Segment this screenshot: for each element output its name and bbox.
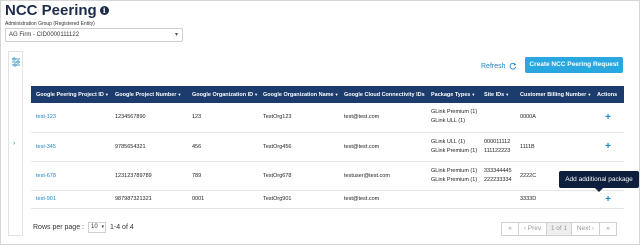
first-page-button[interactable]: « [501,222,519,236]
org-name-cell: TestOrg678 [258,161,339,191]
row-range: 1-4 of 4 [109,224,134,231]
filter-sliders-icon[interactable] [11,57,21,67]
column-header-site-ids[interactable]: Site IDs▼ [479,86,515,103]
package-types-cell: GLink Premium (1) GLink Premium (1) [426,161,479,191]
column-header-org-id[interactable]: Google Organization ID▼ [187,86,258,103]
table-header-row: Google Peering Project ID▼ Google Projec… [31,86,624,103]
org-name-cell: TestOrg456 [258,132,339,162]
billing-cell: 0000A [515,103,592,133]
table-row: test-901 987987321321 0001 TestOrg901 te… [31,190,624,209]
add-package-tooltip: Add additional package [559,171,639,192]
project-number-cell: 1234567890 [110,103,187,133]
rows-per-page-select[interactable]: 10 ▾ [87,222,106,233]
peering-table: Google Peering Project ID▼ Google Projec… [31,86,624,209]
expand-sidebar-chevron-icon[interactable]: › [13,140,15,147]
refresh-icon [509,62,516,70]
site-ids-cell: 333344445 222233334 [479,161,515,191]
refresh-label: Refresh [481,62,506,70]
column-header-actions: Actions [592,86,624,103]
page-title-text: NCC Peering [5,2,97,19]
table-row: test-678 123123789789 789 TestOrg678 tes… [31,161,624,191]
site-ids-cell: 000011112 111122223 [479,132,515,162]
column-header-billing-number[interactable]: Customer Billing Number▼ [515,86,592,103]
project-id-link[interactable]: test-678 [31,161,110,191]
prev-page-button[interactable]: ‹ Prev [518,222,547,236]
project-id-link[interactable]: test-901 [31,190,110,209]
site-ids-cell [479,103,515,133]
column-header-package-types[interactable]: Package Types▼ [426,86,479,103]
package-types-cell: GLink ULL (1) GLink Premium (1) [426,132,479,162]
column-header-project-id[interactable]: Google Peering Project ID▼ [31,86,110,103]
next-page-button[interactable]: Next › [571,222,600,236]
current-page-indicator: 1 of 1 [546,222,572,236]
connectivity-cell: test@test.com [339,190,426,209]
info-icon[interactable]: i [99,6,109,15]
package-types-cell: GLink Premium (1) GLink ULL (1) [426,103,479,133]
create-ncc-peering-request-button[interactable]: Create NCC Peering Request [525,57,623,73]
column-header-org-name[interactable]: Google Organization Name▼ [258,86,339,103]
org-id-cell: 789 [187,161,258,191]
project-number-cell: 987987321321 [110,190,187,209]
column-header-project-number[interactable]: Google Project Number▼ [110,86,187,103]
admin-group-value: AG Firm - CID0000111122 [9,32,80,38]
project-number-cell: 123123789789 [110,161,187,191]
page-title: NCC Peering i [5,2,109,19]
table-row: test-345 9785654321 456 TestOrg456 test@… [31,132,624,162]
rows-per-page-value: 10 [90,224,98,230]
package-types-cell [426,190,479,209]
org-name-cell: TestOrg123 [258,103,339,133]
project-number-cell: 9785654321 [110,132,187,162]
org-id-cell: 123 [187,103,258,133]
last-page-button[interactable]: » [599,222,617,236]
add-package-button[interactable]: + [592,132,624,162]
filter-sidebar: › [8,51,23,236]
project-id-link[interactable]: test-345 [31,132,110,162]
column-header-connectivity-ids[interactable]: Google Cloud Connectivity IDs▼ [339,86,426,103]
org-id-cell: 456 [187,132,258,162]
admin-group-label: Administration Group (Registered Entity) [5,21,95,27]
billing-cell: 3333D [515,190,592,209]
org-id-cell: 0001 [187,190,258,209]
rows-per-page: Rows per page : 10 ▾ 1-4 of 4 [33,222,134,233]
chevron-down-icon: ▾ [101,224,104,230]
admin-group-select[interactable]: AG Firm - CID0000111122 ▾ [5,28,183,42]
connectivity-cell: test@test.com [339,103,426,133]
project-id-link[interactable]: test-123 [31,103,110,133]
add-package-button[interactable]: + [592,190,624,209]
site-ids-cell [479,190,515,209]
chevron-down-icon: ▾ [174,32,178,38]
rows-per-page-label: Rows per page : [33,224,84,231]
connectivity-cell: test@test.com [339,132,426,162]
pagination-controls: « ‹ Prev 1 of 1 Next › » [501,222,617,236]
add-package-button[interactable]: + [592,103,624,133]
refresh-button[interactable]: Refresh [481,62,517,70]
table-row: test-123 1234567890 123 TestOrg123 test@… [31,103,624,133]
connectivity-cell: testuser@test.com [339,161,426,191]
billing-cell: 1111B [515,132,592,162]
org-name-cell: TestOrg901 [258,190,339,209]
